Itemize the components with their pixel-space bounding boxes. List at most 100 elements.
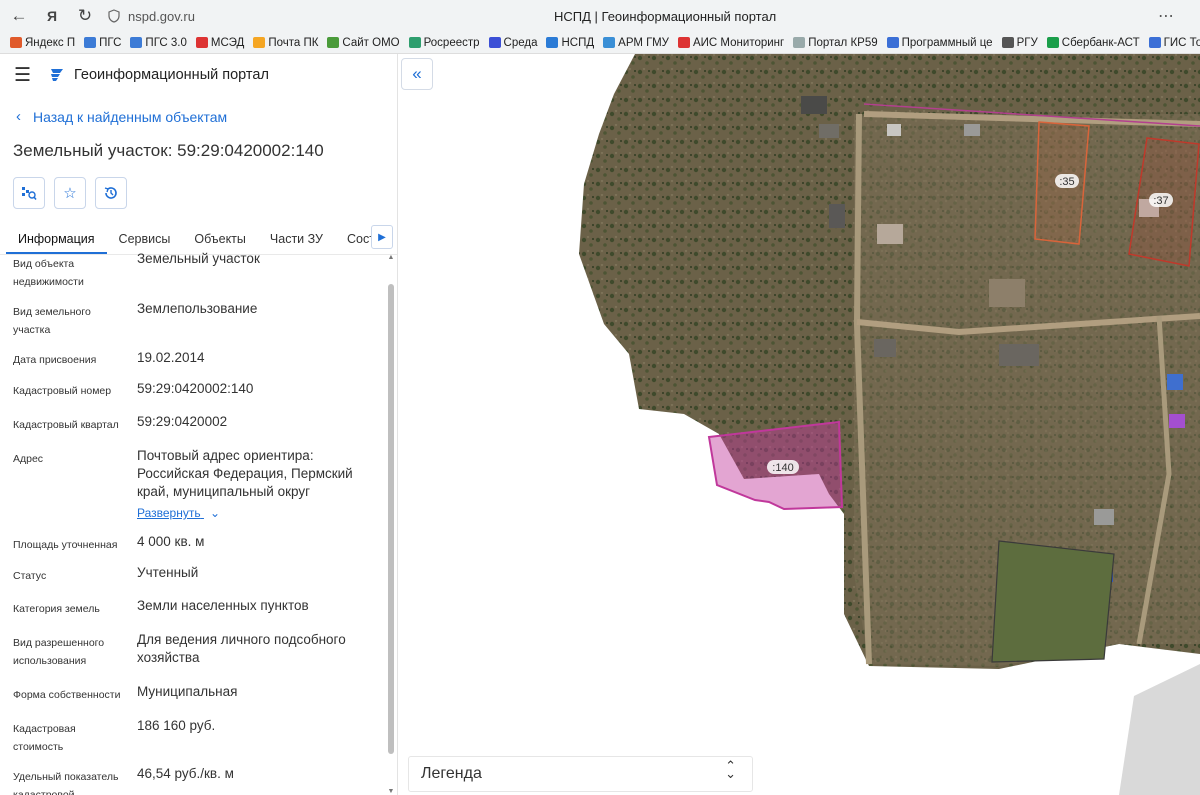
- bookmark-label: ПГС: [99, 36, 122, 49]
- bookmark-favicon-icon: [1046, 37, 1059, 48]
- page-title-text: НСПД | Геоинформационный портал: [554, 8, 777, 24]
- bookmark-item[interactable]: РГУ: [1001, 36, 1038, 49]
- chevron-down-icon: ⌄: [209, 506, 221, 520]
- bookmark-favicon-icon: [84, 37, 97, 48]
- collapse-panel-button[interactable]: «: [401, 58, 433, 90]
- history-icon: [104, 187, 117, 199]
- yandex-icon[interactable]: Я: [38, 2, 66, 30]
- bookmark-label: Портал КР59: [808, 36, 878, 49]
- bookmark-label: АИС Мониторинг: [693, 36, 785, 49]
- panel-scrollbar[interactable]: ▲ ▼: [387, 254, 395, 795]
- field-label: Адрес: [13, 453, 44, 465]
- field-label: Вид разрешенного использования: [13, 637, 105, 667]
- browser-toolbar: ← Я ↻ nspd.gov.ru НСПД | Геоинформационн…: [0, 0, 1200, 32]
- field-label: Статус: [13, 570, 47, 582]
- bookmark-favicon-icon: [603, 37, 616, 48]
- bookmark-favicon-icon: [1148, 37, 1161, 48]
- field-label: Кадастровый квартал: [13, 419, 119, 431]
- field-label: Кадастровый номер: [13, 385, 112, 397]
- favorite-button[interactable]: ☆: [54, 177, 86, 209]
- field-label: Форма собственности: [13, 689, 121, 701]
- field-label: Кадастровая стоимость: [13, 723, 76, 753]
- bookmarks-bar: Яндекс П ПГС ПГС 3.0 МСЭД Почта ПК Сайт ОМО Ро…: [0, 32, 1200, 54]
- bookmark-favicon-icon: [793, 37, 806, 48]
- bookmark-favicon-icon: [253, 37, 266, 48]
- bookmark-favicon-icon: [1001, 37, 1014, 48]
- bookmark-item[interactable]: ПГС: [84, 37, 121, 49]
- bookmark-item[interactable]: Портал КР59: [793, 36, 878, 49]
- bookmark-label: Сайт ОМО: [342, 36, 400, 49]
- shield-icon: [108, 9, 120, 23]
- field-label: Категория земель: [13, 603, 100, 615]
- map-view[interactable]: :35 :37 :140 « Легенда ⌃ ⌄: [399, 54, 1200, 795]
- scroll-down-icon[interactable]: ▼: [387, 788, 395, 795]
- back-arrow-icon[interactable]: ←: [5, 2, 33, 30]
- locate-on-map-button[interactable]: [13, 177, 45, 209]
- back-label: Назад к найденным объектам: [33, 108, 228, 125]
- bookmark-label: Яндекс П: [25, 36, 76, 49]
- field-value: 59:29:0420002:140: [137, 381, 254, 396]
- bookmark-label: МСЭД: [210, 36, 245, 49]
- legend-panel[interactable]: Легенда ⌃ ⌄: [408, 756, 753, 792]
- reload-icon[interactable]: ↻: [71, 2, 99, 30]
- tabs-next-button[interactable]: ▶: [371, 225, 393, 249]
- bookmark-favicon-icon: [195, 37, 208, 48]
- bookmark-item[interactable]: Почта ПК: [253, 37, 318, 49]
- field-label: Площадь уточненная: [13, 539, 118, 551]
- parcel-label-35: :35: [1059, 176, 1074, 188]
- expand-link[interactable]: Развернуть ⌄: [137, 504, 220, 522]
- bookmark-favicon-icon: [408, 37, 421, 48]
- field-value: Земельный участок: [137, 251, 260, 266]
- bookmark-item[interactable]: АИС Мониторинг: [678, 37, 784, 49]
- bookmark-item[interactable]: Программный це: [886, 36, 993, 49]
- bookmark-item[interactable]: Сбербанк-АСТ: [1046, 36, 1140, 49]
- menu-icon[interactable]: ☰: [14, 64, 34, 87]
- field-value: 4 000 кв. м: [137, 534, 205, 549]
- expand-label: Развернуть: [137, 506, 201, 520]
- field-value: 59:29:0420002: [137, 414, 228, 429]
- history-button[interactable]: [95, 177, 127, 209]
- bookmark-item[interactable]: МСЭД: [195, 36, 245, 49]
- bookmark-favicon-icon: [130, 37, 143, 48]
- bookmark-label: Почта ПК: [268, 36, 319, 49]
- bookmark-item[interactable]: ГИС Торги: [1148, 37, 1200, 49]
- field-value: Землепользование: [137, 301, 258, 316]
- bookmark-label: АРМ ГМУ: [618, 36, 669, 49]
- bookmark-label: Росреестр: [423, 36, 480, 49]
- field-value: Муниципальная: [137, 684, 238, 699]
- back-to-results-link[interactable]: ‹ Назад к найденным объектам: [0, 108, 397, 125]
- field-value: Земли населенных пунктов: [137, 598, 309, 613]
- bookmark-item[interactable]: Среда: [488, 36, 538, 49]
- bookmark-label: Программный це: [901, 36, 993, 49]
- parcel-label-140: :140: [772, 462, 793, 474]
- portal-title: Геоинформационный портал: [74, 67, 269, 83]
- bookmark-favicon-icon: [678, 37, 690, 48]
- field-label: Дата присвоения: [13, 354, 97, 366]
- bookmark-item[interactable]: Росреестр: [408, 36, 480, 49]
- object-title: Земельный участок: 59:29:0420002:140: [13, 141, 324, 160]
- bookmark-label: ПГС 3.0: [145, 36, 187, 49]
- bookmark-item[interactable]: ПГС 3.0: [130, 36, 187, 49]
- bookmark-favicon-icon: [327, 37, 340, 48]
- address-bar[interactable]: nspd.gov.ru НСПД | Геоинформационный пор…: [108, 4, 1188, 28]
- field-value: 19.02.2014: [137, 350, 205, 365]
- scroll-up-icon[interactable]: ▲: [387, 254, 395, 261]
- field-label: Удельный показатель кадастровой: [13, 771, 119, 795]
- bookmark-item[interactable]: Яндекс П: [10, 37, 75, 49]
- bookmark-label: РГУ: [1016, 36, 1038, 49]
- double-chevron-left-icon: «: [412, 64, 422, 83]
- address-text: Почтовый адрес ориентира: Российская Фед…: [137, 448, 353, 499]
- field-value: Учтенный: [137, 565, 199, 580]
- bookmark-favicon-icon: [886, 37, 899, 48]
- bookmark-favicon-icon: [10, 37, 22, 48]
- bookmark-label: Сбербанк-АСТ: [1061, 36, 1140, 49]
- scroll-thumb[interactable]: [388, 284, 394, 754]
- expand-collapse-icon[interactable]: ⌃ ⌄: [725, 758, 736, 790]
- bookmark-item[interactable]: Сайт ОМО: [327, 36, 400, 49]
- bookmark-item[interactable]: АРМ ГМУ: [603, 37, 669, 49]
- bookmark-label: Среда: [503, 36, 538, 49]
- satellite-imagery: :35 :37 :140: [579, 54, 1200, 795]
- bookmark-item[interactable]: НСПД: [546, 37, 594, 49]
- more-icon[interactable]: ⋯: [1158, 6, 1174, 26]
- chevron-left-icon: ‹: [16, 108, 21, 125]
